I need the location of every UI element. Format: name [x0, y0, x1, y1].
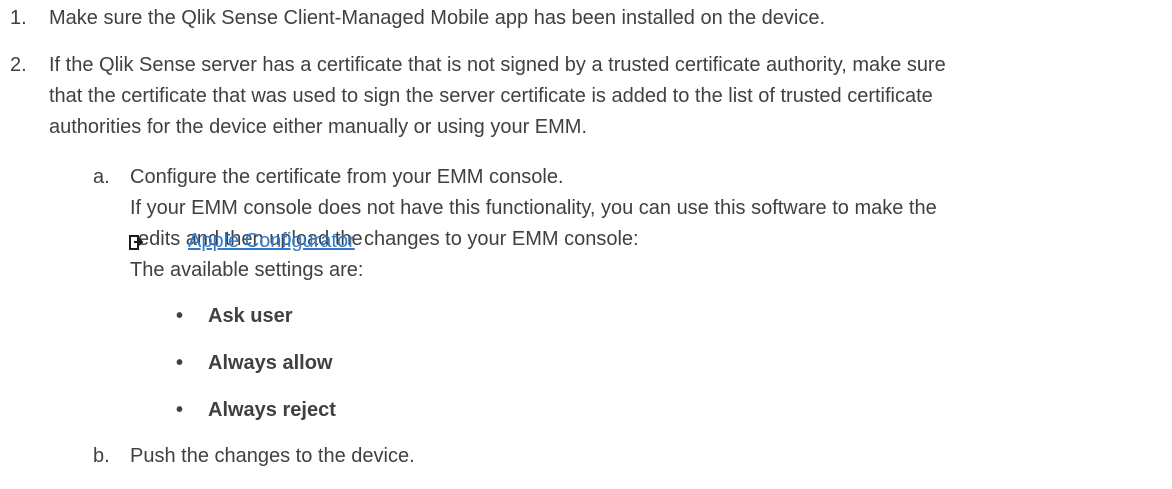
bullet-always-reject-glyph: •	[176, 399, 184, 421]
substep-b-marker: b.	[93, 445, 110, 467]
substep-a-line-2: If your EMM console does not have this f…	[130, 197, 937, 219]
bullet-ask-user-glyph: •	[176, 305, 184, 327]
edits-line-suffix: changes to your EMM console:	[364, 228, 639, 250]
setting-always-allow: Always allow	[208, 352, 333, 374]
substep-b-text: Push the changes to the device.	[130, 445, 415, 467]
step-2-marker: 2.	[10, 54, 27, 76]
apple-configurator-link[interactable]: Apple Configurator	[188, 226, 355, 257]
step-1-marker: 1.	[10, 7, 27, 29]
substep-a-marker: a.	[93, 166, 110, 188]
external-link-icon[interactable]	[128, 231, 144, 250]
setting-always-reject: Always reject	[208, 399, 336, 421]
step-2-line-1: If the Qlik Sense server has a certifica…	[49, 54, 946, 76]
step-2-line-2: that the certificate that was used to si…	[49, 85, 933, 107]
document-body: 1. Make sure the Qlik Sense Client-Manag…	[0, 0, 1172, 489]
setting-ask-user: Ask user	[208, 305, 293, 327]
substep-a-edits-line: edits and then upload the changes to you…	[128, 224, 830, 257]
substep-a-line-1: Configure the certificate from your EMM …	[130, 166, 564, 188]
available-settings-label: The available settings are:	[130, 259, 364, 281]
step-1-text: Make sure the Qlik Sense Client-Managed …	[49, 7, 826, 29]
bullet-always-allow-glyph: •	[176, 352, 184, 374]
step-2-line-3: authorities for the device either manual…	[49, 116, 588, 138]
